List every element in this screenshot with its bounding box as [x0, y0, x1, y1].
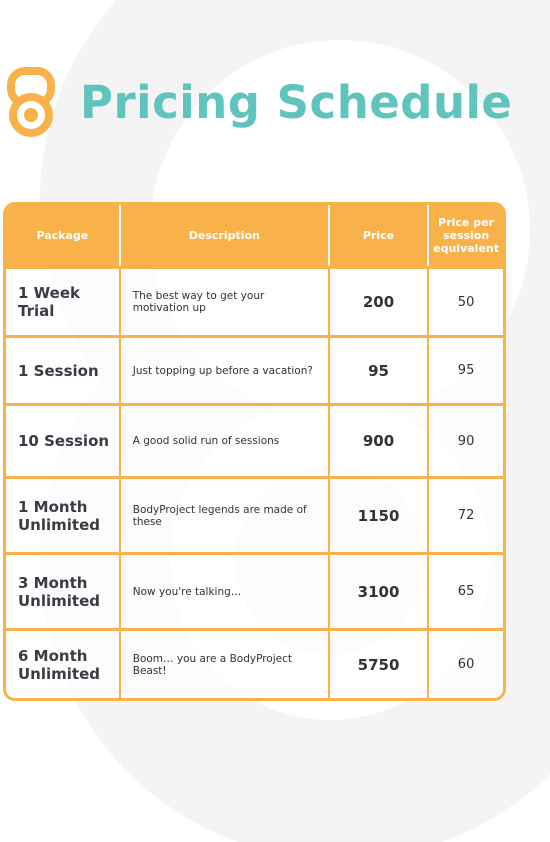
package-cell: 1 Week Trial [6, 266, 119, 335]
header-price-per-session: Price per session equivalent [427, 205, 503, 266]
package-cell: 6 Month Unlimited [6, 628, 119, 698]
header-package: Package [6, 205, 119, 266]
pricing-table: Package Description Price Price per sess… [3, 202, 506, 701]
price-cell: 95 [327, 335, 428, 403]
description-cell: Just topping up before a vacation? [118, 335, 328, 403]
package-cell: 1 Session [6, 335, 119, 403]
description-cell: Now you're talking… [118, 552, 328, 628]
package-cell: 10 Session [6, 403, 119, 476]
per-session-cell: 65 [427, 552, 503, 628]
per-session-cell: 95 [427, 335, 503, 403]
header-description: Description [118, 205, 328, 266]
table-row: 6 Month Unlimited Boom… you are a BodyPro… [6, 628, 503, 698]
per-session-cell: 60 [427, 628, 503, 698]
table-row: 1 Month Unlimited BodyProject legends are… [6, 476, 503, 552]
description-cell: BodyProject legends are made of these [118, 476, 328, 552]
price-cell: 900 [327, 403, 428, 476]
price-cell: 1150 [327, 476, 428, 552]
package-cell: 1 Month Unlimited [6, 476, 119, 552]
header-price: Price [327, 205, 428, 266]
price-cell: 5750 [327, 628, 428, 698]
table-row: 10 Session A good solid run of sessions 90… [6, 403, 503, 476]
price-cell: 200 [327, 266, 428, 335]
description-cell: A good solid run of sessions [118, 403, 328, 476]
description-cell: The best way to get your motivation up [118, 266, 328, 335]
table-row: 1 Session Just topping up before a vacati… [6, 335, 503, 403]
description-cell: Boom… you are a BodyProject Beast! [118, 628, 328, 698]
package-cell: 3 Month Unlimited [6, 552, 119, 628]
table-row: 1 Week Trial The best way to get your mot… [6, 266, 503, 335]
price-cell: 3100 [327, 552, 428, 628]
per-session-cell: 50 [427, 266, 503, 335]
kettlebell-icon [7, 67, 55, 137]
table-header-row: Package Description Price Price per sess… [6, 205, 503, 266]
page-title: Pricing Schedule [80, 76, 513, 129]
table-row: 3 Month Unlimited Now you're talking… 3100… [6, 552, 503, 628]
per-session-cell: 72 [427, 476, 503, 552]
per-session-cell: 90 [427, 403, 503, 476]
